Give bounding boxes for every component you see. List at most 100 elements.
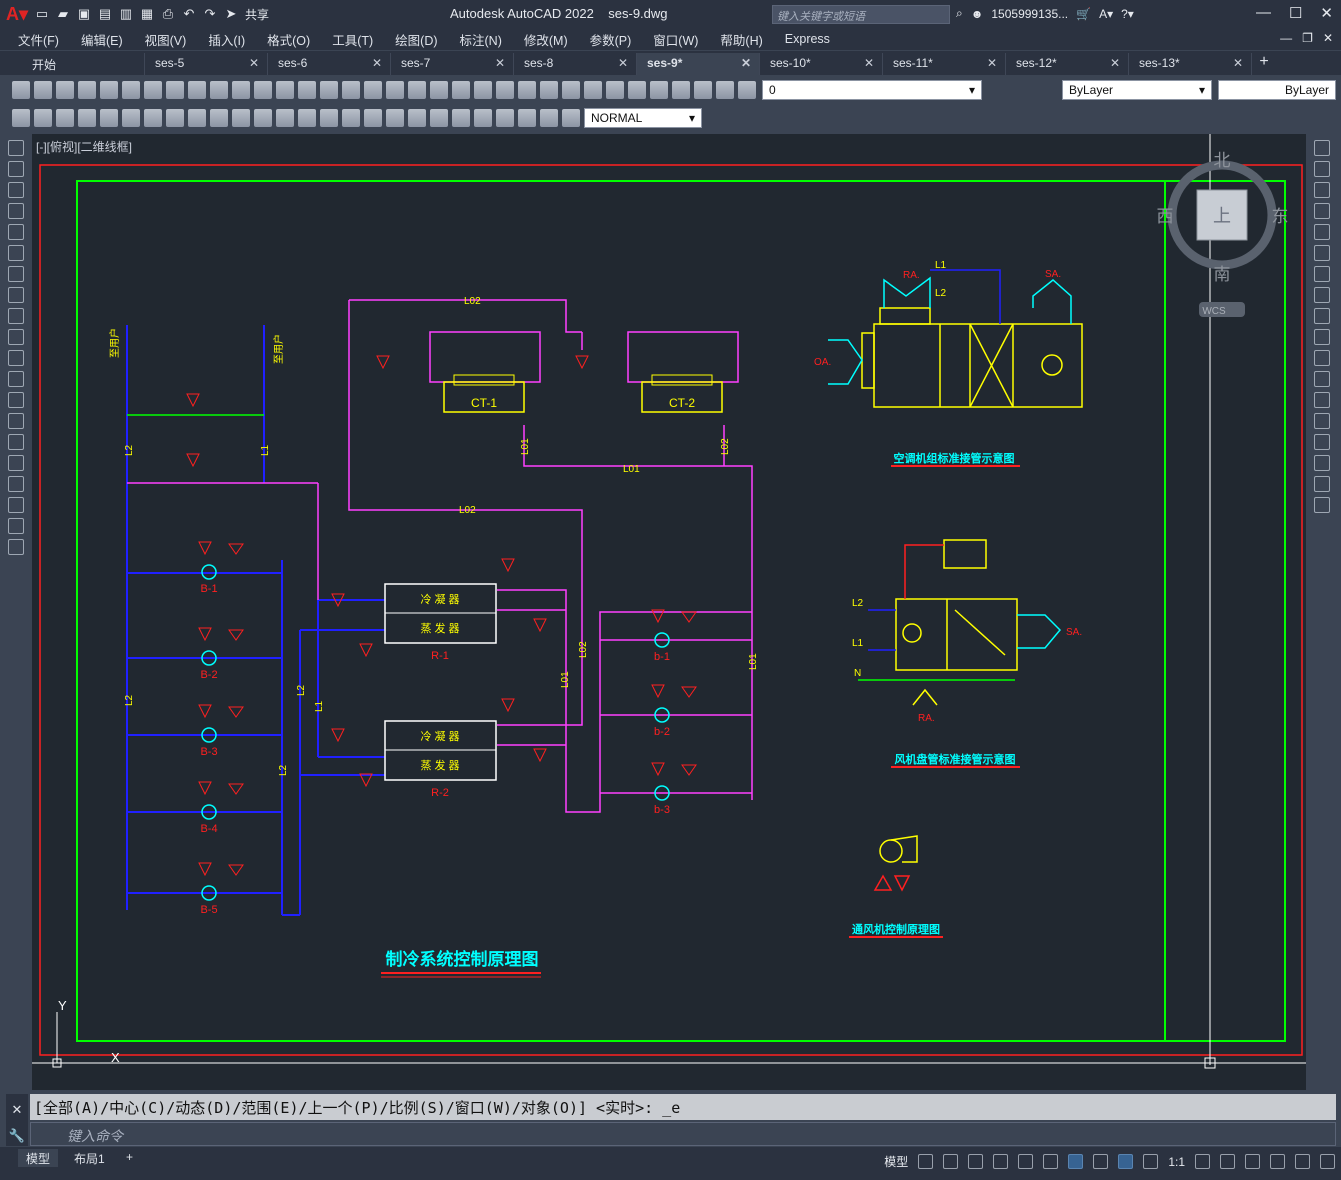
command-customize-icon[interactable]: 🔧 (6, 1128, 28, 1144)
draw-tool-18-icon[interactable] (8, 518, 24, 534)
draw-tool-5-icon[interactable] (8, 245, 24, 261)
dimension-tool-12-icon[interactable] (276, 109, 294, 127)
undo-icon[interactable]: ↶ (182, 7, 196, 21)
menu-item-11[interactable]: 帮助(H) (720, 30, 762, 49)
draw-tool-16-icon[interactable] (8, 476, 24, 492)
annotation-icon[interactable] (1118, 1154, 1134, 1169)
plot-icon[interactable]: ⎙ (161, 7, 175, 21)
model-space-button[interactable]: 模型 (884, 1153, 908, 1170)
standard-tool-11-icon[interactable] (254, 81, 272, 99)
dimension-tool-2-icon[interactable] (56, 109, 74, 127)
menu-item-5[interactable]: 工具(T) (332, 30, 373, 49)
search-input[interactable]: 键入关键字或短语 (772, 5, 950, 24)
standard-tool-21-icon[interactable] (474, 81, 492, 99)
dimension-tool-7-icon[interactable] (166, 109, 184, 127)
annotation-scale[interactable]: 1:1 (1168, 1155, 1185, 1169)
modify-tool-10-icon[interactable] (1314, 350, 1330, 366)
standard-tool-7-icon[interactable] (166, 81, 184, 99)
draw-tool-10-icon[interactable] (8, 350, 24, 366)
dimension-tool-0-icon[interactable] (12, 109, 30, 127)
standard-tool-25-icon[interactable] (562, 81, 580, 99)
help-icon[interactable]: ?▾ (1121, 7, 1134, 21)
tab-layout1[interactable]: 布局1 (66, 1149, 113, 1167)
tab-8[interactable]: ses-12* ✕ (1006, 53, 1129, 75)
standard-tool-29-icon[interactable] (650, 81, 668, 99)
menu-item-2[interactable]: 视图(V) (145, 30, 187, 49)
new-tab-icon[interactable]: + (1252, 53, 1276, 75)
standard-tool-32-icon[interactable] (716, 81, 734, 99)
standard-tool-23-icon[interactable] (518, 81, 536, 99)
open-web-icon[interactable]: ▥ (119, 7, 133, 21)
draw-tool-4-icon[interactable] (8, 224, 24, 240)
minimize-icon[interactable]: — (1256, 4, 1271, 22)
dimension-tool-22-icon[interactable] (496, 109, 514, 127)
standard-tool-15-icon[interactable] (342, 81, 360, 99)
tab-7[interactable]: ses-11* ✕ (883, 53, 1006, 75)
menu-item-10[interactable]: 窗口(W) (653, 30, 698, 49)
tab-1[interactable]: ses-5 ✕ (145, 53, 268, 75)
draw-tool-11-icon[interactable] (8, 371, 24, 387)
dimension-tool-8-icon[interactable] (188, 109, 206, 127)
modify-tool-0-icon[interactable] (1314, 140, 1330, 156)
standard-tool-27-icon[interactable] (606, 81, 624, 99)
standard-tool-3-icon[interactable] (78, 81, 96, 99)
standard-tool-19-icon[interactable] (430, 81, 448, 99)
standard-tool-14-icon[interactable] (320, 81, 338, 99)
add-layout-icon[interactable]: + (118, 1149, 141, 1167)
plus-icon[interactable] (1220, 1154, 1235, 1169)
dimension-tool-13-icon[interactable] (298, 109, 316, 127)
snap-icon[interactable] (943, 1154, 959, 1169)
standard-tool-2-icon[interactable] (56, 81, 74, 99)
standard-tool-9-icon[interactable] (210, 81, 228, 99)
menu-item-4[interactable]: 格式(O) (267, 30, 310, 49)
modify-tool-2-icon[interactable] (1314, 182, 1330, 198)
standard-tool-26-icon[interactable] (584, 81, 602, 99)
autodesk-icon[interactable]: A▾ (1099, 7, 1113, 21)
draw-tool-19-icon[interactable] (8, 539, 24, 555)
annoscale-icon[interactable] (1143, 1154, 1159, 1169)
modify-tool-15-icon[interactable] (1314, 455, 1330, 471)
menu-item-0[interactable]: 文件(F) (18, 30, 59, 49)
modify-tool-11-icon[interactable] (1314, 371, 1330, 387)
osnap-icon[interactable] (1068, 1154, 1084, 1169)
dimension-tool-17-icon[interactable] (386, 109, 404, 127)
dimension-tool-5-icon[interactable] (122, 109, 140, 127)
modify-tool-5-icon[interactable] (1314, 245, 1330, 261)
draw-tool-7-icon[interactable] (8, 287, 24, 303)
dimension-tool-18-icon[interactable] (408, 109, 426, 127)
tab-close-icon[interactable]: ✕ (1233, 56, 1243, 70)
modify-tool-12-icon[interactable] (1314, 392, 1330, 408)
color-combo[interactable]: ByLayer ▾ (1062, 80, 1212, 100)
tab-close-icon[interactable]: ✕ (987, 56, 997, 70)
share-label[interactable]: 共享 (245, 6, 269, 23)
command-input[interactable]: 键入命令 (30, 1122, 1336, 1146)
standard-tool-4-icon[interactable] (100, 81, 118, 99)
standard-tool-30-icon[interactable] (672, 81, 690, 99)
dimension-tool-3-icon[interactable] (78, 109, 96, 127)
modify-tool-16-icon[interactable] (1314, 476, 1330, 492)
tab-6[interactable]: ses-10* ✕ (760, 53, 883, 75)
menu-item-8[interactable]: 修改(M) (524, 30, 568, 49)
save-web-icon[interactable]: ▦ (140, 7, 154, 21)
customize-icon[interactable] (1320, 1154, 1335, 1169)
tab-close-icon[interactable]: ✕ (249, 56, 259, 70)
modify-tool-3-icon[interactable] (1314, 203, 1330, 219)
grid-icon[interactable] (918, 1154, 934, 1169)
dimension-tool-15-icon[interactable] (342, 109, 360, 127)
dimension-tool-16-icon[interactable] (364, 109, 382, 127)
draw-tool-3-icon[interactable] (8, 203, 24, 219)
tab-3[interactable]: ses-7 ✕ (391, 53, 514, 75)
osnap-tracking-icon[interactable] (1043, 1154, 1059, 1169)
standard-tool-33-icon[interactable] (738, 81, 756, 99)
linetype-combo[interactable]: ByLayer (1218, 80, 1336, 100)
modify-tool-4-icon[interactable] (1314, 224, 1330, 240)
modify-tool-6-icon[interactable] (1314, 266, 1330, 282)
lineweight-icon[interactable] (1093, 1154, 1109, 1169)
dimstyle-combo[interactable]: NORMAL ▾ (584, 108, 702, 128)
menu-item-6[interactable]: 绘图(D) (395, 30, 437, 49)
tab-close-icon[interactable]: ✕ (864, 56, 874, 70)
standard-tool-1-icon[interactable] (34, 81, 52, 99)
tab-close-icon[interactable]: ✕ (495, 56, 505, 70)
drawing-viewport[interactable]: [-][俯视][二维线框] 上 北 南 东 西 WCS L02 L02 L01 … (32, 134, 1306, 1090)
dimension-tool-24-icon[interactable] (540, 109, 558, 127)
